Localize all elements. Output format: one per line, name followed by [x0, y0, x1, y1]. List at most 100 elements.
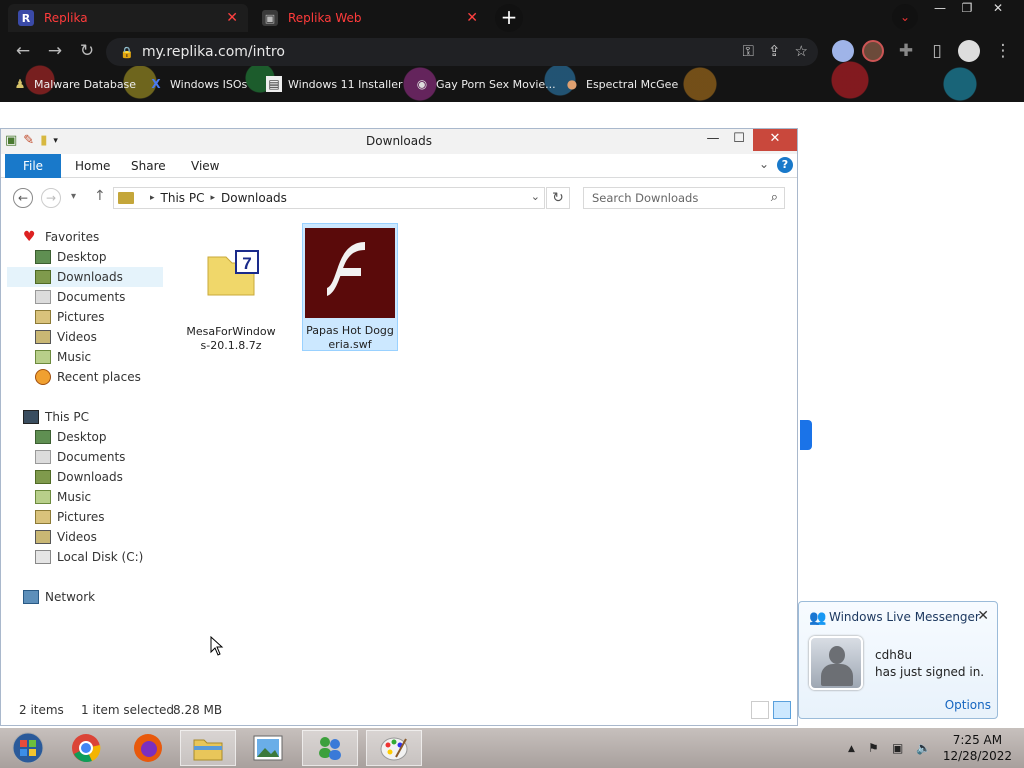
back-button[interactable]: ← [13, 188, 33, 208]
tab-title: Replika [44, 11, 88, 25]
back-icon[interactable]: ← [12, 41, 34, 61]
profile-icon[interactable] [958, 40, 980, 62]
nav-fav-pictures[interactable]: Pictures [35, 307, 105, 327]
close-icon[interactable]: ✕ [226, 10, 238, 26]
help-icon[interactable]: ? [777, 157, 793, 173]
bookmark-windows-isos[interactable]: X Windows ISOs [148, 76, 247, 92]
address-bar[interactable]: 🔒 my.replika.com/intro ⚿ ⇪ ☆ [106, 38, 818, 66]
details-view-icon[interactable] [751, 701, 769, 719]
file-item-papas-hot-doggeria[interactable]: Papas Hot Doggeria.swf [302, 223, 398, 351]
nav-fav-documents[interactable]: Documents [35, 287, 125, 307]
close-window-button[interactable]: ✕ [983, 0, 1013, 18]
chrome-taskbar-button[interactable] [58, 730, 114, 766]
music-icon [35, 490, 51, 504]
nav-pc-downloads[interactable]: Downloads [35, 467, 123, 487]
photos-taskbar-button[interactable] [240, 730, 296, 766]
file-name: MesaForWindows-20.1.8.7z [186, 325, 276, 352]
tab-home[interactable]: Home [75, 159, 110, 173]
nav-pc-documents[interactable]: Documents [35, 447, 125, 467]
7z-archive-icon: 7 [186, 229, 276, 319]
nav-fav-desktop[interactable]: Desktop [35, 247, 107, 267]
file-explorer-taskbar-button[interactable] [180, 730, 236, 766]
up-arrow-icon[interactable]: ↑ [94, 188, 106, 204]
tab-file[interactable]: File [5, 154, 61, 178]
options-link[interactable]: Options [945, 698, 991, 712]
tab-share[interactable]: Share [131, 159, 166, 173]
key-icon[interactable]: ⚿ [743, 42, 754, 60]
nav-fav-music[interactable]: Music [35, 347, 91, 367]
bookmark-movie[interactable]: ◉ Gay Porn Sex Movie... [414, 76, 556, 92]
puzzle-icon[interactable]: ✚ [895, 41, 917, 61]
menu-icon[interactable]: ⋮ [992, 41, 1014, 61]
side-panel-icon[interactable]: ▯ [926, 41, 948, 61]
tab-search-button[interactable]: ⌄ [892, 4, 918, 30]
expand-ribbon-icon[interactable]: ⌄ [759, 157, 769, 171]
firefox-taskbar-button[interactable] [120, 730, 176, 766]
svg-text:7: 7 [242, 254, 251, 273]
system-clock[interactable]: 7:25 AM 12/28/2022 [943, 732, 1012, 764]
recent-places-icon [35, 369, 51, 385]
nav-fav-recent[interactable]: Recent places [35, 367, 141, 387]
large-icons-view-icon[interactable] [773, 701, 791, 719]
action-center-flag-icon[interactable]: ⚑ [868, 741, 879, 755]
minimize-button[interactable]: — [699, 129, 727, 151]
paint-taskbar-button[interactable] [366, 730, 422, 766]
nav-fav-videos[interactable]: Videos [35, 327, 97, 347]
item-count: 2 items [19, 703, 64, 717]
share-icon[interactable]: ⇪ [768, 42, 781, 60]
ribbon: File Home Share View ⌄ ? [1, 154, 797, 178]
close-button[interactable]: ✕ [753, 129, 797, 151]
close-icon[interactable]: ✕ [977, 608, 989, 624]
volume-icon[interactable]: 🔈 [916, 741, 931, 755]
nav-favorites[interactable]: ♥ Favorites [23, 227, 99, 247]
nav-this-pc[interactable]: This PC [23, 407, 89, 427]
maximize-button[interactable]: ☐ [725, 129, 753, 151]
downloads-icon [35, 470, 51, 484]
file-name: Papas Hot Doggeria.swf [306, 324, 394, 351]
address-dropdown-icon[interactable]: ⌄ [531, 190, 540, 203]
heart-icon: ♥ [23, 229, 36, 245]
browser-tab-replika[interactable]: R Replika ✕ [8, 4, 248, 32]
forward-button[interactable]: → [41, 188, 61, 208]
show-hidden-icons-icon[interactable]: ▲ [848, 744, 855, 754]
nav-pc-desktop[interactable]: Desktop [35, 427, 107, 447]
nav-pc-music[interactable]: Music [35, 487, 91, 507]
messenger-notification[interactable]: 👥 Windows Live Messenger ✕ cdh8u has jus… [798, 601, 998, 719]
nav-fav-downloads[interactable]: Downloads [7, 267, 163, 287]
breadcrumb-this-pc[interactable]: This PC [161, 191, 205, 205]
reload-icon[interactable]: ↻ [76, 41, 98, 61]
start-orb-icon [12, 732, 44, 764]
start-button[interactable] [0, 730, 56, 766]
forward-icon[interactable]: → [44, 41, 66, 61]
nav-pc-videos[interactable]: Videos [35, 527, 97, 547]
close-icon[interactable]: ✕ [466, 10, 478, 26]
messenger-taskbar-button[interactable] [302, 730, 358, 766]
tab-view[interactable]: View [191, 159, 219, 173]
nav-pc-local-disk[interactable]: Local Disk (C:) [35, 547, 143, 567]
disk-icon [35, 550, 51, 564]
nav-network[interactable]: Network [23, 587, 95, 607]
nav-pc-pictures[interactable]: Pictures [35, 507, 105, 527]
notification-message: has just signed in. [875, 665, 985, 679]
search-placeholder: Search Downloads [592, 191, 699, 205]
star-icon[interactable]: ☆ [795, 42, 808, 60]
restore-button[interactable]: ❐ [952, 0, 982, 18]
recent-locations-icon[interactable]: ▾ [71, 191, 76, 202]
file-item-mesa[interactable]: 7 MesaForWindows-20.1.8.7z [183, 225, 279, 352]
breadcrumb-downloads[interactable]: Downloads [221, 191, 287, 205]
bookmark-espectral-mcgee[interactable]: ● Espectral McGee [564, 76, 678, 92]
network-icon[interactable]: ▣ [892, 741, 903, 755]
avatar-extension-icon[interactable] [862, 40, 884, 62]
bookmark-malware-database[interactable]: ♟ Malware Database [12, 76, 136, 92]
page-side-button[interactable] [800, 420, 812, 450]
extension-icon[interactable] [832, 40, 854, 62]
browser-tab-replika-web[interactable]: ▣ Replika Web ✕ [252, 4, 488, 32]
firefox-icon [134, 734, 162, 762]
nav-label: Favorites [45, 230, 100, 244]
bookmark-windows-11-installer[interactable]: ▤ Windows 11 Installer [266, 76, 403, 92]
search-input[interactable]: Search Downloads ⌕ [583, 187, 785, 209]
refresh-button[interactable]: ↻ [546, 187, 570, 209]
minimize-button[interactable]: — [925, 0, 955, 18]
new-tab-button[interactable]: + [495, 4, 523, 32]
address-breadcrumb[interactable]: ▸ This PC ▸ Downloads ⌄ [113, 187, 545, 209]
